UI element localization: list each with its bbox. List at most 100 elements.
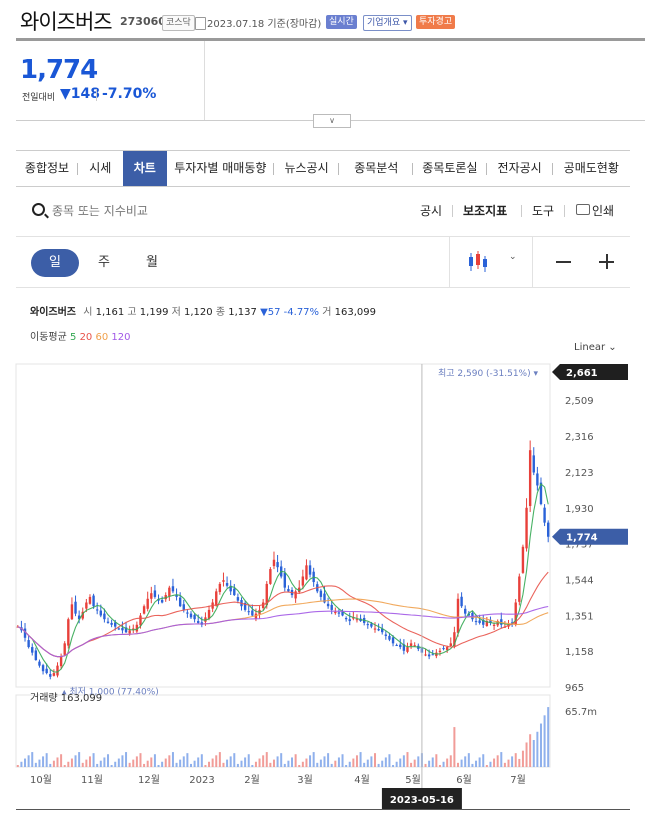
- volume-bar: [345, 765, 348, 767]
- candle-body: [413, 645, 416, 647]
- candle-body: [186, 612, 189, 614]
- candle-body: [85, 602, 88, 609]
- candle-body: [464, 608, 467, 614]
- volume-bar: [244, 757, 247, 767]
- print-icon[interactable]: [576, 204, 590, 215]
- candle-body: [178, 597, 182, 607]
- volume-bar: [139, 753, 142, 767]
- tab-3[interactable]: 투자자별 매매동향: [167, 151, 274, 186]
- volume-bar: [305, 758, 308, 767]
- candle-body: [326, 603, 330, 607]
- volume-bar: [442, 761, 445, 767]
- disclosure-button[interactable]: 공시: [420, 202, 442, 219]
- candle-body: [305, 565, 308, 580]
- volume-bar: [449, 755, 452, 767]
- candle-body: [528, 450, 532, 506]
- tab-8[interactable]: 공매도현황: [553, 151, 630, 186]
- tab-7[interactable]: 전자공시: [487, 151, 553, 186]
- expand-toggle-button[interactable]: ∨: [313, 114, 351, 128]
- x-tick-label: 3월: [297, 774, 313, 786]
- volume-bar: [500, 752, 503, 767]
- volume-bar: [233, 753, 236, 767]
- price-chart[interactable]: 2,5092,3162,1231,9301,7371,5441,3511,158…: [0, 362, 645, 817]
- tab-2[interactable]: 차트: [122, 151, 168, 186]
- candle-body: [95, 609, 99, 611]
- scale-mode-dropdown[interactable]: Linear ⌄: [574, 342, 617, 353]
- volume-bar: [88, 756, 91, 767]
- period-month-button[interactable]: 월: [140, 249, 164, 277]
- volume-bar: [507, 759, 510, 767]
- volume-bar: [218, 752, 221, 767]
- toolbar-divider: [16, 236, 630, 237]
- tools-button[interactable]: 도구: [532, 202, 554, 219]
- stock-name: 와이즈버즈: [20, 10, 113, 34]
- change-separator: [96, 89, 97, 101]
- candle-type-icon[interactable]: [466, 251, 492, 273]
- candle-body: [456, 598, 460, 633]
- candle-body: [272, 559, 276, 567]
- tab-0[interactable]: 종합정보: [16, 151, 78, 186]
- zoom-in-icon[interactable]: [599, 254, 614, 269]
- volume-bar: [96, 763, 99, 767]
- indicator-button[interactable]: 보조지표: [463, 202, 507, 219]
- ma-20: 20: [79, 332, 93, 343]
- volume-bar: [352, 758, 355, 767]
- volume-bar: [438, 765, 441, 767]
- volume-bar: [539, 723, 542, 767]
- print-button[interactable]: 인쇄: [592, 202, 614, 219]
- candle-body: [366, 624, 369, 626]
- volume-bar: [251, 765, 254, 767]
- volume-bar: [532, 740, 535, 767]
- candle-body: [294, 591, 297, 599]
- tab-5[interactable]: 종목분석: [339, 151, 414, 186]
- volume-bar: [240, 760, 243, 767]
- x-tick-label: 6월: [456, 774, 472, 786]
- compare-search-input[interactable]: 종목 또는 지수비교: [52, 202, 148, 219]
- candle-body: [406, 647, 409, 652]
- volume-bar: [74, 755, 77, 767]
- candle-body: [160, 599, 164, 603]
- period-week-button[interactable]: 주: [92, 249, 116, 277]
- tab-4[interactable]: 뉴스공시: [274, 151, 340, 186]
- volume-bar: [294, 754, 297, 767]
- volume-bar: [381, 760, 384, 767]
- volume-bar: [402, 755, 405, 767]
- close-value: 1,137: [228, 307, 257, 318]
- volume-bar: [547, 707, 550, 767]
- volume-bar: [150, 757, 153, 767]
- period-day-button[interactable]: 일: [31, 249, 79, 277]
- candle-body: [399, 644, 402, 648]
- volume-bar: [114, 761, 117, 767]
- volume-bar: [363, 762, 366, 767]
- x-tick-label: 5월: [405, 774, 421, 786]
- volume-bar: [521, 750, 524, 767]
- volume-pane-label: 거래량 163,099: [30, 692, 102, 704]
- ma-line-5: [17, 483, 549, 673]
- volume-bar: [309, 755, 312, 767]
- ma-label: 이동평균: [30, 332, 67, 343]
- volume-bar: [471, 763, 474, 767]
- chevron-down-icon: ⌄: [608, 342, 617, 353]
- chevron-down-icon[interactable]: ⌄: [509, 252, 517, 262]
- candle-body: [59, 656, 63, 667]
- tab-bar: 종합정보 시세 차트 투자자별 매매동향 뉴스공시 종목분석 종목토론실 전자공시 공매도현황: [16, 150, 630, 187]
- search-icon[interactable]: [32, 203, 45, 216]
- candle-body: [117, 628, 121, 630]
- realtime-badge[interactable]: 실시간: [326, 15, 357, 29]
- volume-bar: [377, 763, 380, 767]
- candle-body: [70, 604, 74, 620]
- volume-bar: [92, 753, 95, 767]
- volume-bar: [211, 758, 214, 767]
- tab-label: 종목분석: [354, 161, 399, 175]
- volume-bar: [179, 759, 182, 767]
- company-overview-button[interactable]: 기업개요 ▾: [363, 15, 412, 31]
- candle-body: [532, 455, 535, 473]
- candle-body: [474, 621, 478, 623]
- candle-body: [197, 621, 200, 623]
- tab-1[interactable]: 시세: [78, 151, 123, 186]
- zoom-out-icon[interactable]: [556, 261, 571, 263]
- volume-bar: [424, 763, 427, 767]
- tab-6[interactable]: 종목토론실: [413, 151, 487, 186]
- scale-mode-label: Linear: [574, 342, 606, 353]
- volume-bar: [525, 742, 528, 767]
